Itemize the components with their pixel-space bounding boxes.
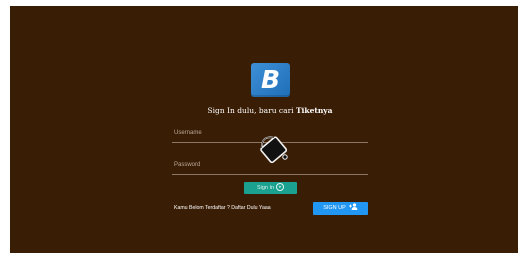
arrow-circle-right-icon: ➤ xyxy=(276,183,285,192)
tagline: Sign In dulu, baru cari Tiketnya xyxy=(170,106,370,115)
password-field[interactable]: Password xyxy=(174,162,200,168)
brand-logo: B xyxy=(251,63,290,97)
add-user-icon xyxy=(348,203,358,211)
username-field[interactable]: Username xyxy=(174,130,202,136)
sign-in-label: Sign In xyxy=(256,185,275,191)
login-panel xyxy=(10,6,518,253)
register-prompt: Kamu Belom Terdaftar ? Daftar Dulu Yaaa xyxy=(174,205,271,211)
tagline-bold: Tiketnya xyxy=(295,106,333,115)
sign-in-button[interactable]: Sign In ➤ xyxy=(244,182,297,194)
password-underline xyxy=(172,174,368,175)
logo-letter: B xyxy=(260,65,281,94)
tagline-text: Sign In dulu, baru cari xyxy=(207,106,296,115)
sign-up-label: SIGN UP xyxy=(323,205,346,211)
sign-up-button[interactable]: SIGN UP xyxy=(313,202,368,215)
paint-bucket-icon xyxy=(260,136,288,164)
